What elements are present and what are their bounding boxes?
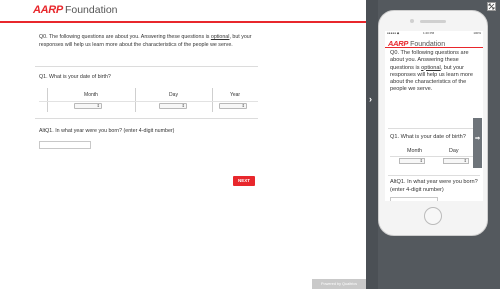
select-arrows-icon: ⇕ xyxy=(419,158,423,163)
mobile-aq1-text: AltQ1. In what year were you born? (ente… xyxy=(390,179,478,193)
mobile-q1-text: Q1. What is your date of birth? xyxy=(390,134,466,140)
mobile-month-select[interactable]: ⇕ xyxy=(399,158,425,164)
logo-aarp-text: AARP xyxy=(33,4,63,16)
day-header: Day xyxy=(169,92,178,98)
select-arrows-icon: ⇕ xyxy=(96,103,100,108)
header-divider xyxy=(0,21,366,23)
dob-matrix: Month Day Year ⇕ ⇕ ⇕ xyxy=(39,88,258,112)
mobile-birth-year-input[interactable] xyxy=(390,197,438,201)
phone-frame: ●●●●● ◆ 1:20 PM 100% AARP Foundation Q0.… xyxy=(378,10,488,236)
mobile-header-divider xyxy=(385,47,483,48)
phone-status-bar: ●●●●● ◆ 1:20 PM 100% xyxy=(385,31,483,36)
phone-home-button xyxy=(424,207,442,225)
day-select[interactable]: ⇕ xyxy=(159,103,187,109)
mobile-question-divider xyxy=(388,128,480,129)
aarp-foundation-logo: AARP Foundation xyxy=(33,4,118,16)
q1-text: Q1. What is your date of birth? xyxy=(39,74,111,80)
birth-year-input[interactable] xyxy=(39,141,91,149)
year-header: Year xyxy=(229,92,241,98)
matrix-row-divider xyxy=(39,101,258,102)
select-arrows-icon: ⇕ xyxy=(241,103,245,108)
mobile-question-divider xyxy=(388,175,480,176)
phone-speaker xyxy=(420,20,446,23)
mobile-day-header: Day xyxy=(449,148,459,154)
scroll-right-arrow-icon[interactable]: ⇒ xyxy=(473,135,482,142)
q0-optional-text: optional xyxy=(210,34,230,40)
question-q0: Q0. The following questions are about yo… xyxy=(39,33,257,49)
matrix-scroll-tab[interactable] xyxy=(473,118,482,168)
mobile-day-select[interactable]: ⇕ xyxy=(443,158,469,164)
month-header: Month xyxy=(84,92,98,98)
question-divider xyxy=(35,118,258,119)
select-arrows-icon: ⇕ xyxy=(181,103,185,108)
select-arrows-icon: ⇕ xyxy=(463,158,467,163)
battery-indicator: 100% xyxy=(473,31,481,35)
logo-foundation-text: Foundation xyxy=(64,4,118,16)
signal-indicator: ●●●●● ◆ xyxy=(387,31,400,35)
aq1-text: AltQ1. In what year were you born? (ente… xyxy=(39,128,175,134)
chevron-right-icon[interactable]: › xyxy=(369,94,372,104)
next-button[interactable]: NEXT xyxy=(233,176,255,186)
panel-collapse-strip[interactable] xyxy=(366,0,378,289)
year-select[interactable]: ⇕ xyxy=(219,103,247,109)
mobile-month-header: Month xyxy=(407,148,422,154)
survey-header: AARP Foundation xyxy=(0,0,366,22)
q0-text: Q0. The following questions are about yo… xyxy=(39,34,252,48)
phone-screen: ●●●●● ◆ 1:20 PM 100% AARP Foundation Q0.… xyxy=(385,31,483,201)
mobile-matrix-divider xyxy=(390,156,473,157)
expand-icon[interactable] xyxy=(487,2,496,11)
status-time: 1:20 PM xyxy=(423,31,435,35)
month-select[interactable]: ⇕ xyxy=(74,103,102,109)
powered-by-badge[interactable]: Powered by Qualtrics xyxy=(312,279,366,289)
mobile-q0-text: Q0. The following questions are about yo… xyxy=(390,50,474,93)
phone-camera xyxy=(410,19,414,23)
question-divider xyxy=(35,66,258,67)
